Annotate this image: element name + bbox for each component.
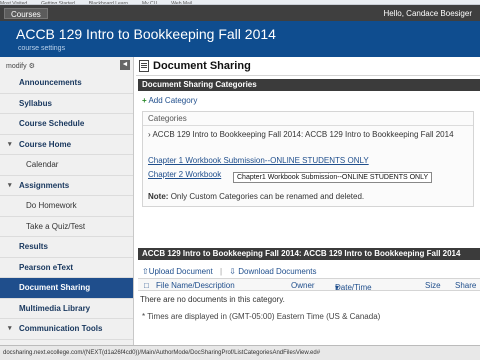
document-icon [139,60,149,72]
page-header: Document Sharing [136,57,480,76]
categories-panel: Categories › ACCB 129 Intro to Bookkeepi… [142,111,474,207]
modify-link[interactable]: modify ⚙ [6,62,35,70]
page-title: Document Sharing [153,60,251,72]
categories-bar: Document Sharing Categories [138,79,480,91]
sidebar-item-course-schedule[interactable]: Course Schedule [0,114,133,135]
status-bar-url: docsharing.next.ecollege.com/(NEXT(d1a26… [0,345,480,360]
files-bar: ACCB 129 Intro to Bookkeeping Fall 2014:… [138,248,480,260]
course-settings-link[interactable]: course settings [18,45,65,52]
categories-note: Note: Only Custom Categories can be rena… [148,192,364,201]
upload-label: Upload Document [148,267,213,276]
file-actions: ⇧Upload Document | ⇩ Download Documents [142,267,317,276]
sidebar-item-take-a-quiz-test[interactable]: Take a Quiz/Test [0,217,133,237]
sidebar-item-assignments[interactable]: Assignments [0,176,133,196]
category-link-chapter2[interactable]: Chapter 2 Workbook [148,170,221,179]
sidebar-item-communication-tools[interactable]: Communication Tools [0,319,133,340]
sidebar-item-announcements[interactable]: Announcements [0,73,133,94]
categories-header: Categories [143,112,473,126]
download-icon: ⇩ [229,267,236,276]
main-content: Document Sharing Document Sharing Catego… [134,57,480,345]
sidebar-item-document-sharing[interactable]: Document Sharing [0,278,133,299]
course-menu: AnnouncementsSyllabusCourse ScheduleCour… [0,73,133,340]
sidebar-item-syllabus[interactable]: Syllabus [0,94,133,114]
upload-icon: ⇧ [142,267,149,276]
column-date-time-label: Date/Time [335,283,372,292]
column-file-name[interactable]: File Name/Description [156,281,235,290]
course-title: ACCB 129 Intro to Bookkeeping Fall 2014 [16,26,276,42]
category-item-label: ACCB 129 Intro to Bookkeeping Fall 2014:… [152,130,454,139]
column-share[interactable]: Share [455,281,476,290]
user-greeting: Hello, Candace Boesiger [383,9,473,18]
column-owner[interactable]: Owner [291,281,315,290]
timezone-note: * Times are displayed in (GMT-05:00) Eas… [142,312,381,321]
sidebar-item-do-homework[interactable]: Do Homework [0,196,133,217]
sidebar-item-calendar[interactable]: Calendar [0,155,133,176]
sidebar-item-results[interactable]: Results [0,237,133,258]
checkbox-icon[interactable]: □ [144,281,149,290]
note-text: Only Custom Categories can be renamed an… [170,192,365,201]
download-label: Download Documents [238,267,317,276]
category-link-chapter1[interactable]: Chapter 1 Workbook Submission--ONLINE ST… [148,156,369,165]
download-documents-button[interactable]: ⇩ Download Documents [229,267,316,276]
category-item[interactable]: › ACCB 129 Intro to Bookkeeping Fall 201… [148,130,468,140]
sort-icon: ▾ [335,283,340,292]
empty-message: There are no documents in this category. [140,295,285,304]
files-table-header: □ File Name/Description Owner Date/Time ▾… [138,278,480,292]
add-category-label: Add Category [148,96,198,105]
sidebar: modify ⚙ ◄ Announcements Syllabus Course S… [0,57,134,345]
courses-button[interactable]: Courses [4,8,48,19]
course-header: ACCB 129 Intro to Bookkeeping Fall 2014 … [0,21,480,57]
column-size[interactable]: Size [425,281,441,290]
divider: | [219,267,223,276]
note-label: Note: [148,192,169,201]
modify-label: modify [6,63,27,70]
collapse-sidebar-icon[interactable]: ◄ [120,60,130,70]
plus-icon: + [142,96,147,105]
top-nav: Courses Hello, Candace Boesiger [0,5,480,21]
add-category-button[interactable]: + Add Category [142,96,197,105]
sidebar-item-multimedia-library[interactable]: Multimedia Library [0,299,133,319]
sidebar-item-pearson-etext[interactable]: Pearson eText [0,258,133,278]
sidebar-item-course-home[interactable]: Course Home [0,135,133,155]
upload-document-button[interactable]: ⇧Upload Document [142,267,213,276]
link-tooltip: Chapter1 Workbook Submission--ONLINE STU… [233,172,433,183]
